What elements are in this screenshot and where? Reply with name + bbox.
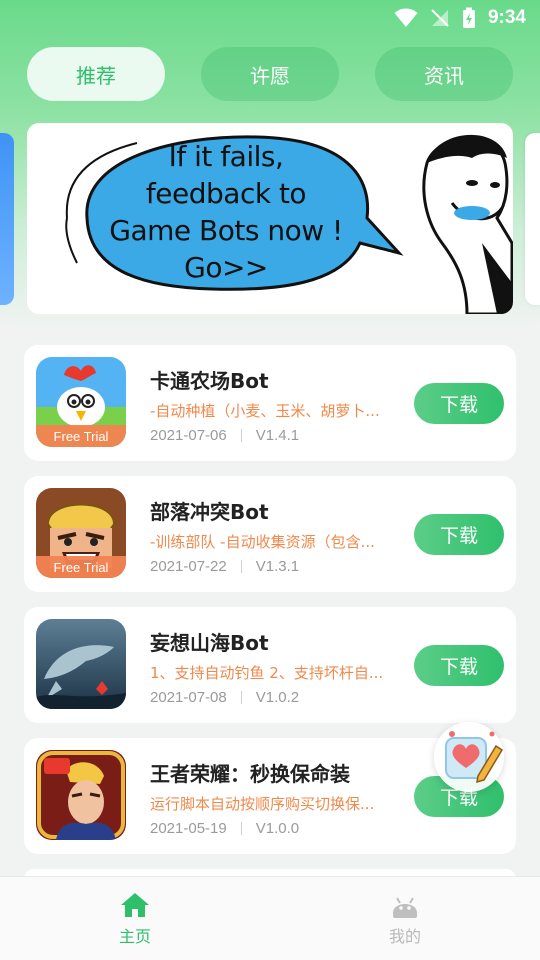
app-title: 卡通农场Bot	[150, 369, 269, 393]
nav-profile-label: 我的	[388, 927, 421, 946]
app-card[interactable]: 妄想山海Bot 1、支持自动钓鱼 2、支持坏杆自... 2021-07-08 V…	[24, 607, 516, 723]
nav-home[interactable]: 主页	[0, 877, 270, 960]
app-meta: 2021-07-06 V1.4.1	[150, 427, 299, 444]
hayday-game-icon: Free Trial	[36, 357, 126, 447]
app-card[interactable]: Free Trial 卡通农场Bot -自动种植（小麦、玉米、胡萝卜... 20…	[24, 345, 516, 461]
download-button[interactable]: 下载	[414, 645, 504, 686]
bottom-navigation: 主页 我的	[0, 876, 540, 960]
top-tabs: 推荐 许愿 资讯	[27, 47, 513, 101]
free-trial-badge: Free Trial	[36, 425, 126, 447]
app-meta: 2021-07-08 V1.0.2	[150, 689, 299, 706]
honor-of-kings-game-icon	[36, 750, 126, 840]
meta-divider	[240, 822, 242, 835]
download-button[interactable]: 下载	[414, 514, 504, 555]
app-title: 妄想山海Bot	[150, 631, 269, 655]
no-signal-icon	[431, 9, 449, 27]
shanhai-game-icon	[36, 619, 126, 709]
nav-profile[interactable]: 我的	[270, 877, 540, 960]
tab-news[interactable]: 资讯	[375, 47, 513, 101]
app-version: V1.3.1	[255, 558, 300, 575]
speech-bubble-illustration	[65, 134, 513, 314]
app-description: 1、支持自动钓鱼 2、支持坏杆自...	[150, 664, 384, 682]
download-button[interactable]: 下载	[414, 383, 504, 424]
app-title: 部落冲突Bot	[150, 500, 269, 524]
app-date: 2021-07-22	[150, 558, 227, 575]
banner-next-peek[interactable]	[525, 133, 540, 305]
meta-divider	[240, 429, 242, 442]
tab-recommend[interactable]: 推荐	[27, 47, 165, 101]
heart-pencil-icon	[445, 731, 504, 784]
app-version: V1.4.1	[255, 427, 300, 444]
meta-divider	[240, 560, 242, 573]
app-description: 运行脚本自动按顺序购买切换保...	[150, 795, 375, 813]
app-title: 王者荣耀：秒换保命装	[150, 762, 350, 786]
feedback-float-button[interactable]	[434, 722, 504, 792]
app-version: V1.0.2	[255, 689, 300, 706]
meta-divider	[240, 691, 242, 704]
feedback-banner[interactable]	[27, 123, 513, 314]
home-icon	[121, 893, 149, 917]
status-bar: 9:34	[0, 0, 540, 36]
app-date: 2021-07-06	[150, 427, 227, 444]
app-date: 2021-05-19	[150, 820, 227, 837]
android-icon	[393, 897, 417, 918]
app-date: 2021-07-08	[150, 689, 227, 706]
app-description: -自动种植（小麦、玉米、胡萝卜...	[150, 402, 380, 420]
battery-charging-icon	[462, 7, 475, 28]
app-meta: 2021-05-19 V1.0.0	[150, 820, 299, 837]
free-trial-badge: Free Trial	[36, 556, 126, 578]
app-description: -训练部队 -自动收集资源（包含...	[150, 533, 375, 551]
tab-wish[interactable]: 许愿	[201, 47, 339, 101]
banner-prev-peek[interactable]	[0, 133, 14, 305]
wifi-icon	[394, 8, 418, 27]
status-time: 9:34	[487, 7, 526, 28]
cartoon-person-icon	[422, 134, 513, 314]
app-card[interactable]: Free Trial 部落冲突Bot -训练部队 -自动收集资源（包含... 2…	[24, 476, 516, 592]
nav-home-label: 主页	[118, 927, 151, 946]
app-version: V1.0.0	[255, 820, 300, 837]
clash-of-clans-game-icon: Free Trial	[36, 488, 126, 578]
app-meta: 2021-07-22 V1.3.1	[150, 558, 299, 575]
